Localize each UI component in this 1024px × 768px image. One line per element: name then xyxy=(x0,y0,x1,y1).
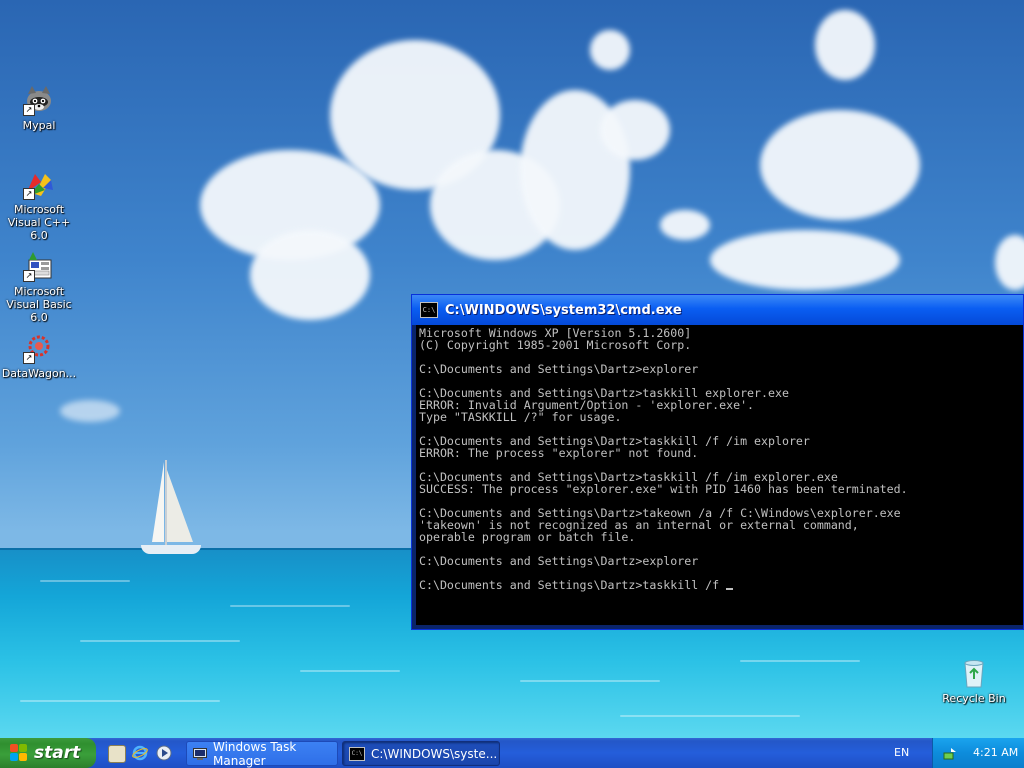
shortcut-arrow-icon: ↗ xyxy=(23,188,35,200)
cloud xyxy=(995,235,1024,290)
taskbar-button-label: C:\WINDOWS\syste... xyxy=(371,746,498,761)
media-player-icon[interactable] xyxy=(156,745,172,761)
start-label: start xyxy=(34,743,81,763)
console-prompt-line[interactable]: C:\Documents and Settings\Dartz>taskkill… xyxy=(419,579,1020,591)
internet-explorer-icon[interactable] xyxy=(132,745,148,761)
console-line: (C) Copyright 1985-2001 Microsoft Corp. xyxy=(419,338,692,352)
desktop-icon-label: Recycle Bin xyxy=(942,692,1006,705)
cloud xyxy=(60,400,120,422)
visual-cpp-icon: ↗ xyxy=(23,168,55,200)
desktop-icon-label: DataWagon... xyxy=(1,367,77,380)
console-line: Type "TASKKILL /?" for usage. xyxy=(419,410,622,424)
taskbar: start Windows Task Manager C:\ C:\WINDOW… xyxy=(0,738,1024,768)
language-indicator[interactable]: EN xyxy=(894,746,909,759)
recycle-bin-icon xyxy=(958,657,990,689)
cloud xyxy=(760,110,920,220)
desktop-icon-recycle-bin[interactable]: Recycle Bin xyxy=(934,657,1014,705)
taskbar-button-cmd[interactable]: C:\ C:\WINDOWS\syste... xyxy=(342,741,500,766)
desktop-icon-mypal[interactable]: ↗ Mypal xyxy=(0,84,79,132)
clock[interactable]: 4:21 AM xyxy=(973,746,1018,759)
system-tray: 4:21 AM xyxy=(932,738,1024,768)
cmd-icon: C:\ xyxy=(349,746,365,761)
cmd-title-bar[interactable]: C:\ C:\WINDOWS\system32\cmd.exe xyxy=(412,295,1023,325)
console-output[interactable]: Microsoft Windows XP [Version 5.1.2600](… xyxy=(416,325,1023,625)
cloud xyxy=(660,210,710,240)
desktop-icon-label: Microsoft Visual C++ 6.0 xyxy=(7,203,71,242)
console-line: operable program or batch file. xyxy=(419,530,636,544)
desktop-icon-visual-cpp[interactable]: ↗ Microsoft Visual C++ 6.0 xyxy=(0,168,79,242)
cloud xyxy=(250,230,370,320)
cloud xyxy=(815,10,875,80)
desktop-icon-datawagon[interactable]: ↗ DataWagon... xyxy=(0,332,79,380)
cloud xyxy=(710,230,900,290)
windows-logo-icon xyxy=(10,744,28,762)
desktop-icon-visual-basic[interactable]: ↗ Microsoft Visual Basic 6.0 xyxy=(0,250,79,324)
text-cursor xyxy=(726,588,734,590)
taskbar-button-task-manager[interactable]: Windows Task Manager xyxy=(186,739,338,768)
desktop-icon-label: Microsoft Visual Basic 6.0 xyxy=(6,285,72,324)
visual-basic-icon: ↗ xyxy=(23,250,55,282)
safely-remove-hardware-icon[interactable] xyxy=(943,746,957,760)
console-line: C:\Documents and Settings\Dartz>explorer xyxy=(419,554,699,568)
console-prompt: C:\Documents and Settings\Dartz>taskkill… xyxy=(419,578,727,592)
console-line: C:\Documents and Settings\Dartz>explorer xyxy=(419,362,699,376)
cmd-icon: C:\ xyxy=(420,302,438,318)
cmd-window-title: C:\WINDOWS\system32\cmd.exe xyxy=(445,302,682,318)
start-button[interactable]: start xyxy=(0,738,96,768)
task-manager-icon xyxy=(193,747,207,760)
cloud xyxy=(590,30,630,70)
desktop-icon[interactable] xyxy=(108,745,126,763)
raccoon-icon: ↗ xyxy=(23,84,55,116)
cloud xyxy=(600,100,670,160)
console-line: SUCCESS: The process "explorer.exe" with… xyxy=(419,482,908,496)
desktop-icon-label: Mypal xyxy=(22,119,56,132)
shortcut-arrow-icon: ↗ xyxy=(23,270,35,282)
datawagon-icon: ↗ xyxy=(23,332,55,364)
console-line: ERROR: The process "explorer" not found. xyxy=(419,446,699,460)
shortcut-arrow-icon: ↗ xyxy=(23,104,35,116)
shortcut-arrow-icon: ↗ xyxy=(23,352,35,364)
cmd-window[interactable]: C:\ C:\WINDOWS\system32\cmd.exe Microsof… xyxy=(411,294,1024,630)
taskbar-button-label: Windows Task Manager xyxy=(213,739,297,768)
desktop[interactable]: ↗ Mypal ↗ Microsoft Visual C++ 6.0 ↗ Mic… xyxy=(0,0,1024,738)
